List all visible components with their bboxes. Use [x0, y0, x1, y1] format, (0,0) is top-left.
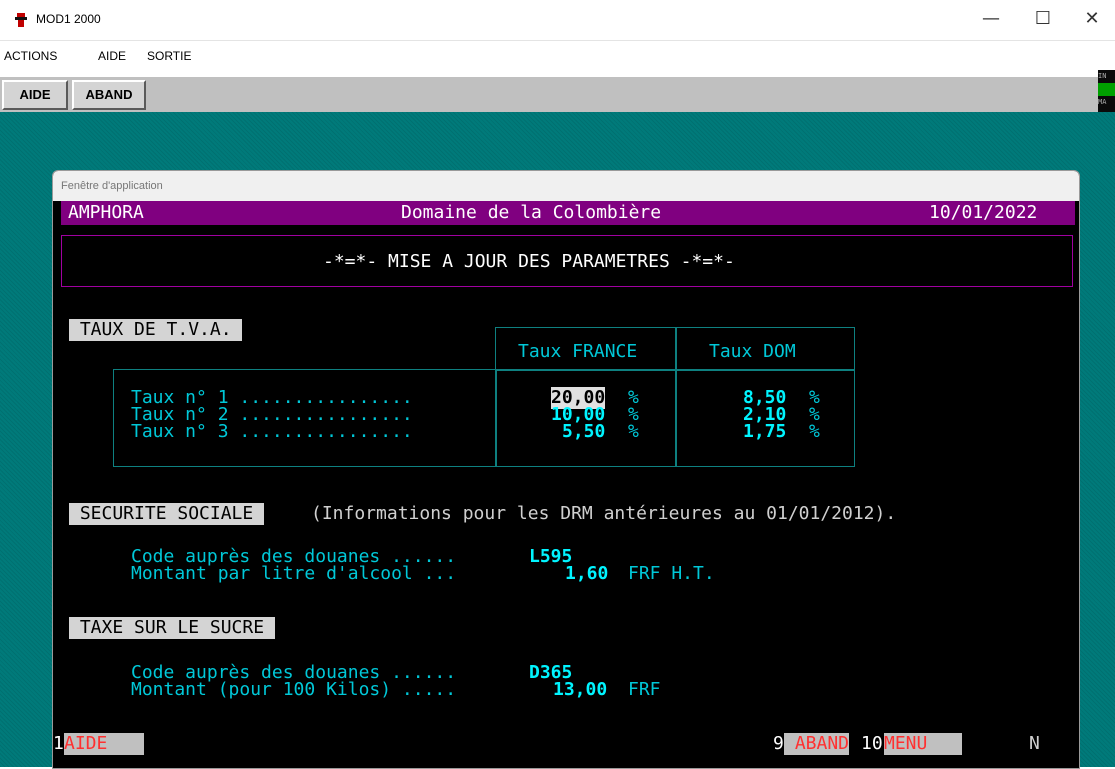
screen-title: -*=*- MISE A JOUR DES PARAMETRES -*=*- [323, 251, 735, 272]
title-bar: MOD1 2000 — ☐ ✕ [0, 0, 1115, 41]
indicator-caps: MA [1098, 98, 1107, 106]
header-app-name: AMPHORA [68, 202, 144, 223]
secu-note: (Informations pour les DRM antérieures a… [311, 503, 897, 524]
app-window-caption: Fenêtre d'application [53, 171, 1079, 201]
menu-aide[interactable]: AIDE [98, 49, 126, 63]
maximize-button[interactable]: ☐ [1020, 0, 1066, 40]
secu-montant-unit: FRF H.T. [628, 563, 715, 584]
window-title: MOD1 2000 [36, 12, 101, 26]
menu-sortie[interactable]: SORTIE [147, 49, 191, 63]
menu-bar: ACTIONS AIDE SORTIE [0, 46, 1115, 68]
tva-section-label: TAUX DE T.V.A. [69, 319, 243, 341]
mode-indicator: N [1029, 733, 1040, 754]
minimize-button[interactable]: — [968, 0, 1014, 40]
secu-montant-label: Montant par litre d'alcool ... [131, 563, 457, 584]
sucre-montant-label: Montant (pour 100 Kilos) ..... [131, 679, 457, 700]
app-icon [15, 13, 27, 27]
f10-menu-key[interactable]: MENU [884, 733, 962, 755]
toolbar: AIDE ABAND [0, 76, 1115, 113]
menu-actions[interactable]: ACTIONS [4, 49, 57, 63]
tva-col-dom: Taux DOM [709, 341, 796, 362]
close-button[interactable]: ✕ [1069, 0, 1115, 40]
sucre-section-label: TAXE SUR LE SUCRE [69, 617, 275, 639]
indicator-light [1098, 83, 1115, 96]
application-window: Fenêtre d'application AMPHORA Domaine de… [52, 170, 1080, 769]
f10-key-number: 10 [861, 733, 883, 754]
secu-section-label: SECURITE SOCIALE [69, 503, 265, 525]
terminal-screen: AMPHORA Domaine de la Colombière 10/01/2… [53, 201, 1079, 768]
f9-key-number: 9 [773, 733, 784, 754]
tva-col-france: Taux FRANCE [518, 341, 638, 362]
aband-button[interactable]: ABAND [72, 80, 146, 110]
f1-key-number: 1 [53, 733, 64, 754]
status-indicator: IN MA [1098, 70, 1115, 112]
pct-sign: % [628, 421, 639, 442]
f9-aband-key[interactable]: ABAND [784, 733, 850, 755]
f1-aide-key[interactable]: AIDE [64, 733, 144, 755]
sucre-montant-unit: FRF [628, 679, 661, 700]
header-domain: Domaine de la Colombière [401, 202, 662, 223]
pct-sign: % [809, 421, 820, 442]
aide-button[interactable]: AIDE [2, 80, 68, 110]
sucre-montant-input[interactable]: 13,00 [553, 679, 607, 701]
secu-montant-input[interactable]: 1,60 [565, 563, 608, 585]
tva-dom-input-3[interactable]: 1,75 [743, 421, 786, 443]
tva-row-label: Taux n° 3 ................ [131, 421, 413, 442]
indicator-insert: IN [1098, 72, 1107, 80]
tva-france-input-3[interactable]: 5,50 [562, 421, 605, 443]
header-date: 10/01/2022 [929, 202, 1038, 223]
